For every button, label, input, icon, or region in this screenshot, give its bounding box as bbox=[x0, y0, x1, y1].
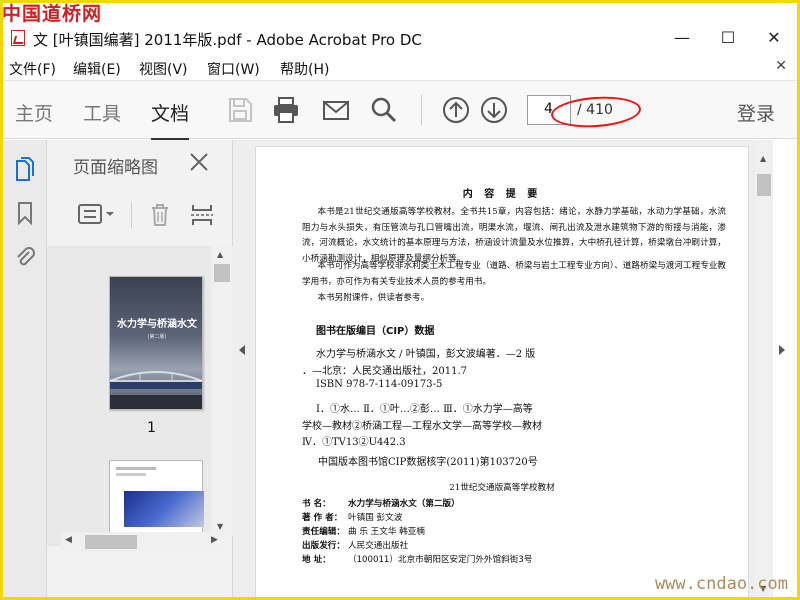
print-icon[interactable] bbox=[271, 95, 301, 125]
info-label: 著 作 者： bbox=[302, 513, 343, 523]
title-bar: 文 [叶镇国编著] 2011年版.pdf - Adobe Acrobat Pro… bbox=[3, 21, 797, 55]
delete-page-icon[interactable] bbox=[147, 202, 173, 228]
pdf-page: 内 容 提 要 本书是21世纪交通版高等学校教材。全书共15章，内容包括：绪论，… bbox=[255, 146, 749, 597]
page-heading: 内 容 提 要 bbox=[462, 189, 542, 200]
summary-paragraph: 本书是21世纪交通版高等学校教材。全书共15章，内容包括：绪论，水静力学基础，水… bbox=[302, 207, 726, 264]
thumbnail-options-icon[interactable] bbox=[77, 202, 117, 228]
previous-page-icon[interactable] bbox=[441, 95, 471, 125]
tab-tools[interactable]: 工具 bbox=[83, 99, 121, 126]
scroll-down-arrow-icon[interactable]: ▼ bbox=[217, 522, 223, 531]
panel-horizontal-scrollbar[interactable]: ◀ ▶ bbox=[61, 532, 225, 552]
info-label: 地 址： bbox=[302, 555, 331, 565]
scroll-thumb[interactable] bbox=[214, 264, 230, 282]
tab-document[interactable]: 文档 bbox=[151, 99, 190, 140]
series-name: 21世纪交通版高等学校教材 bbox=[449, 483, 555, 493]
cover-footer-band bbox=[110, 395, 202, 409]
menu-bar: 文件(F) 编辑(E) 视图(V) 窗口(W) 帮助(H) ✕ bbox=[3, 55, 797, 81]
acrobat-logo-icon bbox=[11, 30, 25, 46]
panel-vertical-scrollbar[interactable]: ▲ ▼ bbox=[211, 246, 233, 536]
save-icon[interactable] bbox=[225, 95, 255, 125]
attachment-icon[interactable] bbox=[13, 244, 37, 270]
info-row-address: 地 址： （100011）北京市朝阳区安定门外外馆斜街3号 bbox=[302, 553, 532, 565]
cip-line: ．—北京：人民交通出版社，2011.7 bbox=[302, 366, 467, 377]
thumbnail-page-label: 1 bbox=[147, 420, 156, 436]
next-page-icon[interactable] bbox=[479, 95, 509, 125]
usage-paragraph: 本书可作为高等学校非水利类土木工程专业（道路、桥梁与岩土工程专业方向）、道路桥梁… bbox=[302, 261, 726, 287]
thumbnail-text-line bbox=[116, 467, 156, 470]
close-window-button[interactable]: ✕ bbox=[751, 27, 797, 51]
menu-file[interactable]: 文件(F) bbox=[9, 59, 56, 79]
bookmark-icon[interactable] bbox=[13, 200, 37, 226]
expand-right-panel-icon[interactable] bbox=[777, 343, 787, 357]
panel-tool-divider bbox=[131, 202, 132, 228]
horizontal-scroll-thumb[interactable] bbox=[85, 535, 137, 549]
email-icon[interactable] bbox=[321, 95, 351, 125]
info-row-title: 书 名： 水力学与桥涵水文（第二版） bbox=[302, 497, 460, 509]
menu-help[interactable]: 帮助(H) bbox=[280, 59, 329, 79]
watermark-top: 中国道桥网 bbox=[2, 3, 103, 25]
info-value: 人民交通出版社 bbox=[348, 541, 409, 551]
panel-toolbar bbox=[47, 196, 233, 236]
info-value: 水力学与桥涵水文（第二版） bbox=[348, 499, 460, 509]
scroll-left-arrow-icon[interactable]: ◀ bbox=[65, 535, 72, 545]
document-view[interactable]: 内 容 提 要 本书是21世纪交通版高等学校教材。全书共15章，内容包括：绪论，… bbox=[233, 140, 755, 597]
tab-home[interactable]: 主页 bbox=[15, 99, 53, 126]
cip-line: ISBN 978-7-114-09173-5 bbox=[316, 379, 443, 390]
thumbnail-list[interactable]: 水力学与桥涵水文 (第二版) 1 bbox=[47, 246, 211, 546]
cover-bridge-image bbox=[110, 371, 202, 389]
watermark-bottom: www.cndao.com bbox=[654, 574, 788, 594]
info-value: 曲 乐 王文华 韩亚楠 bbox=[348, 527, 425, 537]
cip-line: Ⅰ．①水… Ⅱ．①叶…②彭… Ⅲ．①水力学—高等 bbox=[316, 404, 533, 415]
scroll-up-arrow-icon[interactable]: ▲ bbox=[217, 250, 223, 259]
close-document-button[interactable]: ✕ bbox=[775, 58, 787, 74]
cover-background bbox=[110, 277, 202, 409]
thumbnail-page-1[interactable]: 水力学与桥涵水文 (第二版) bbox=[109, 276, 203, 410]
cover-edition: (第二版) bbox=[147, 334, 167, 340]
acrobat-window: 文 [叶镇国编著] 2011年版.pdf - Adobe Acrobat Pro… bbox=[3, 3, 797, 597]
window-title: 文 [叶镇国编著] 2011年版.pdf - Adobe Acrobat Pro… bbox=[33, 31, 422, 49]
info-label: 书 名： bbox=[302, 499, 331, 509]
doc-scroll-up-arrow-icon[interactable]: ▲ bbox=[760, 154, 766, 163]
main-toolbar: 主页 工具 文档 4 / 410 登录 bbox=[3, 81, 797, 140]
info-value: （100011）北京市朝阳区安定门外外馆斜街3号 bbox=[348, 555, 533, 565]
cip-line: Ⅳ．①TV13②U442.3 bbox=[302, 437, 406, 448]
page-thumbnails-icon[interactable] bbox=[13, 156, 37, 182]
left-navigation-rail bbox=[3, 140, 47, 597]
scroll-right-arrow-icon[interactable]: ▶ bbox=[211, 535, 218, 545]
info-value: 叶镇国 彭文波 bbox=[348, 513, 403, 523]
menu-view[interactable]: 视图(V) bbox=[139, 59, 188, 79]
doc-scroll-thumb[interactable] bbox=[757, 174, 771, 196]
info-label: 出版发行： bbox=[302, 541, 345, 551]
info-row-publisher: 出版发行： 人民交通出版社 bbox=[302, 539, 408, 551]
thumbnail-image bbox=[124, 491, 204, 527]
document-vertical-scrollbar[interactable]: ▲ ▼ bbox=[755, 140, 773, 597]
cover-title: 水力学与桥涵水文 bbox=[117, 319, 197, 330]
info-row-editor: 责任编辑：曲 乐 王文华 韩亚楠 bbox=[302, 525, 425, 537]
panel-title: 页面缩略图 bbox=[73, 158, 158, 178]
toolbar-divider bbox=[421, 95, 422, 125]
close-panel-icon[interactable] bbox=[187, 150, 211, 174]
thumbnail-text-line bbox=[116, 473, 146, 476]
collapse-left-panel-icon[interactable] bbox=[237, 343, 247, 357]
info-label: 责任编辑： bbox=[302, 527, 345, 537]
courseware-paragraph: 本书另附课件，供读者参考。 bbox=[317, 293, 430, 303]
cip-line: 水力学与桥涵水文 / 叶镇国，彭文波编著．—2 版 bbox=[316, 349, 536, 360]
minimize-button[interactable]: — bbox=[659, 27, 705, 51]
cip-title: 图书在版编目（CIP）数据 bbox=[316, 326, 435, 337]
cip-line: 学校—教材②桥涵工程—工程水文学—高等学校—教材 bbox=[302, 421, 542, 432]
extract-page-icon[interactable] bbox=[189, 202, 215, 228]
menu-edit[interactable]: 编辑(E) bbox=[73, 59, 121, 79]
info-row-author: 著 作 者： 叶镇国 彭文波 bbox=[302, 511, 402, 523]
cip-number: 中国版本图书馆CIP数据核字(2011)第103720号 bbox=[318, 457, 538, 468]
maximize-button[interactable]: ☐ bbox=[705, 27, 751, 51]
search-icon[interactable] bbox=[369, 95, 399, 125]
menu-window[interactable]: 窗口(W) bbox=[207, 59, 260, 79]
login-button[interactable]: 登录 bbox=[737, 99, 775, 126]
thumbnails-panel: 页面缩略图 水力学与桥涵水文 (第二版) 1 ▲ ▼ ◀ ▶ bbox=[47, 140, 233, 597]
